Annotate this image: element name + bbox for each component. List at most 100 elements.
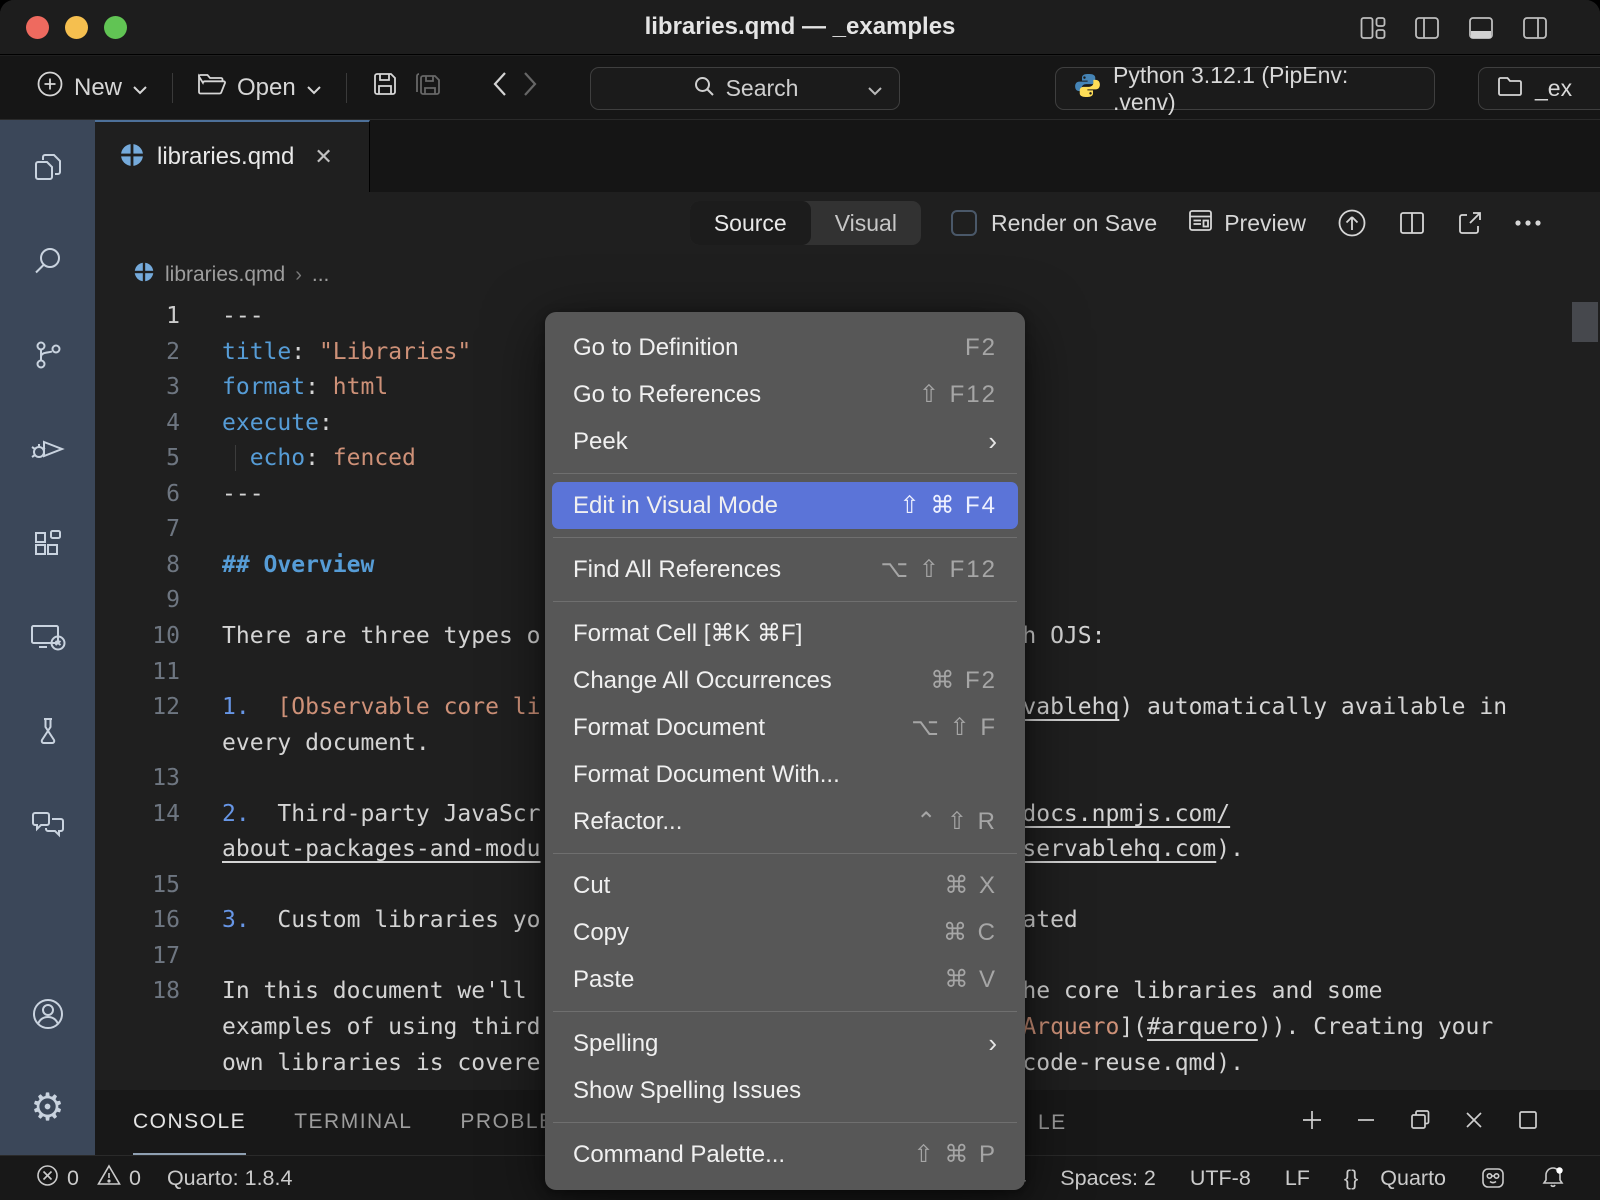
line-number: 9 bbox=[95, 582, 180, 618]
menu-separator bbox=[553, 601, 1017, 602]
sidebar-item-source-control[interactable] bbox=[0, 308, 95, 402]
chevron-right-icon: › bbox=[295, 264, 302, 287]
menu-separator bbox=[553, 473, 1017, 474]
line-number: 6 bbox=[95, 476, 180, 512]
menu-item-label: Find All References bbox=[573, 546, 881, 593]
sidebar-item-settings[interactable]: ⚙ bbox=[0, 1061, 95, 1155]
feedback-button[interactable] bbox=[1480, 1166, 1506, 1190]
chevron-down-icon[interactable] bbox=[867, 75, 883, 102]
toggle-panel-icon[interactable] bbox=[1468, 15, 1494, 41]
menu-item-label: Format Document bbox=[573, 704, 911, 751]
breadcrumb-more[interactable]: ... bbox=[312, 263, 330, 287]
search-icon bbox=[31, 244, 65, 278]
minimize-window-button[interactable] bbox=[65, 16, 88, 39]
sidebar-item-sessions[interactable] bbox=[0, 590, 95, 684]
open-external-button[interactable] bbox=[1456, 209, 1484, 237]
tab-visual[interactable]: Visual bbox=[811, 201, 921, 245]
python-icon bbox=[1074, 72, 1101, 105]
eol-setting[interactable]: LF bbox=[1285, 1166, 1310, 1191]
panel-close-button[interactable] bbox=[1462, 1108, 1486, 1137]
files-icon bbox=[31, 150, 65, 184]
sidebar-item-search[interactable] bbox=[0, 214, 95, 308]
sidebar-item-chat[interactable] bbox=[0, 778, 95, 872]
panel-add-button[interactable] bbox=[1300, 1108, 1324, 1137]
preview-button[interactable]: Preview bbox=[1187, 207, 1306, 240]
panel-tab-fragment[interactable]: LE bbox=[1038, 1111, 1067, 1135]
sidebar-item-run-debug[interactable] bbox=[0, 402, 95, 496]
panel-minimize-button[interactable] bbox=[1354, 1108, 1378, 1137]
panel-tab-console[interactable]: CONSOLE bbox=[133, 1090, 246, 1155]
menu-item-label: Go to Definition bbox=[573, 324, 965, 371]
line-number: 18 bbox=[95, 973, 180, 1009]
sidebar-item-testing[interactable] bbox=[0, 684, 95, 778]
line-number: 13 bbox=[95, 760, 180, 796]
error-icon bbox=[36, 1164, 59, 1193]
zoom-window-button[interactable] bbox=[104, 16, 127, 39]
more-actions-button[interactable] bbox=[1514, 219, 1542, 227]
new-button[interactable]: New bbox=[36, 70, 148, 105]
split-editor-button[interactable] bbox=[1398, 209, 1426, 237]
menu-item[interactable]: Cut⌘ X bbox=[545, 862, 1025, 909]
menu-item[interactable]: Command Palette...⇧ ⌘ P bbox=[545, 1131, 1025, 1178]
menu-item[interactable]: Refactor...⌃ ⇧ R bbox=[545, 798, 1025, 845]
line-number: 10 bbox=[95, 618, 180, 654]
menu-item[interactable]: Spelling› bbox=[545, 1020, 1025, 1067]
save-all-button[interactable] bbox=[413, 70, 443, 105]
breadcrumb[interactable]: libraries.qmd › ... bbox=[95, 254, 1600, 296]
back-button[interactable] bbox=[492, 71, 508, 104]
menu-item-shortcut: ⌘ C bbox=[943, 909, 997, 956]
close-icon[interactable]: ✕ bbox=[314, 144, 332, 170]
menu-item[interactable]: Format Document⌥ ⇧ F bbox=[545, 704, 1025, 751]
encoding-setting[interactable]: UTF-8 bbox=[1190, 1166, 1251, 1191]
menu-item[interactable]: Edit in Visual Mode⇧ ⌘ F4 bbox=[552, 482, 1018, 529]
open-button[interactable]: Open bbox=[197, 71, 322, 104]
menu-item-shortcut: ⇧ F12 bbox=[919, 371, 997, 418]
workspace-folder-button[interactable]: _ex bbox=[1478, 67, 1600, 110]
menu-item[interactable]: Format Cell [⌘K ⌘F] bbox=[545, 610, 1025, 657]
save-button[interactable] bbox=[371, 70, 399, 105]
problems-indicator[interactable]: 0 0 bbox=[36, 1164, 141, 1193]
panel-restore-button[interactable] bbox=[1408, 1108, 1432, 1137]
notifications-bell[interactable] bbox=[1540, 1165, 1566, 1191]
tab-source[interactable]: Source bbox=[690, 201, 811, 245]
panel-layout-button[interactable] bbox=[1516, 1108, 1540, 1137]
render-button[interactable] bbox=[1336, 207, 1368, 239]
search-box[interactable]: Search bbox=[590, 67, 900, 110]
breadcrumb-file[interactable]: libraries.qmd bbox=[165, 263, 285, 287]
panel-tab-terminal[interactable]: TERMINAL bbox=[294, 1090, 412, 1155]
activity-bar: ⚙ bbox=[0, 120, 95, 1155]
menu-item[interactable]: Format Document With... bbox=[545, 751, 1025, 798]
language-mode[interactable]: {} Quarto bbox=[1344, 1166, 1446, 1191]
editor-scrollbar[interactable] bbox=[1572, 302, 1598, 342]
indent-setting[interactable]: Spaces: 2 bbox=[1060, 1166, 1156, 1191]
customize-layout-icon[interactable] bbox=[1360, 15, 1386, 41]
menu-item[interactable]: Find All References⌥ ⇧ F12 bbox=[545, 546, 1025, 593]
workspace-folder-label: _ex bbox=[1535, 75, 1572, 102]
sidebar-item-account[interactable] bbox=[0, 967, 95, 1061]
close-window-button[interactable] bbox=[26, 16, 49, 39]
menu-item-shortcut: ⌘ V bbox=[944, 956, 997, 1003]
menu-separator bbox=[553, 1122, 1017, 1123]
menu-item[interactable]: Copy⌘ C bbox=[545, 909, 1025, 956]
line-number: 17 bbox=[95, 938, 180, 974]
menu-item[interactable]: Show Spelling Issues bbox=[545, 1067, 1025, 1114]
menu-item[interactable]: Change All Occurrences⌘ F2 bbox=[545, 657, 1025, 704]
flask-icon bbox=[31, 714, 65, 748]
toggle-secondary-sidebar-icon[interactable] bbox=[1522, 15, 1548, 41]
forward-button[interactable] bbox=[522, 71, 538, 104]
menu-item[interactable]: Paste⌘ V bbox=[545, 956, 1025, 1003]
tab-libraries-qmd[interactable]: libraries.qmd ✕ bbox=[95, 120, 370, 192]
menu-item[interactable]: Go to DefinitionF2 bbox=[545, 324, 1025, 371]
menu-item-shortcut: ⌥ ⇧ F bbox=[911, 704, 997, 751]
render-on-save-checkbox[interactable] bbox=[951, 210, 977, 236]
menu-item[interactable]: Peek› bbox=[545, 418, 1025, 465]
open-label: Open bbox=[237, 74, 296, 102]
toggle-sidebar-icon[interactable] bbox=[1414, 15, 1440, 41]
menu-item[interactable]: Go to References⇧ F12 bbox=[545, 371, 1025, 418]
sidebar-item-extensions[interactable] bbox=[0, 496, 95, 590]
editor-toolbar: Source Visual Render on Save Preview bbox=[95, 192, 1600, 254]
sidebar-item-explorer[interactable] bbox=[0, 120, 95, 214]
quarto-version[interactable]: Quarto: 1.8.4 bbox=[167, 1166, 293, 1191]
warning-icon bbox=[97, 1164, 121, 1192]
interpreter-selector[interactable]: Python 3.12.1 (PipEnv: .venv) bbox=[1055, 67, 1435, 110]
